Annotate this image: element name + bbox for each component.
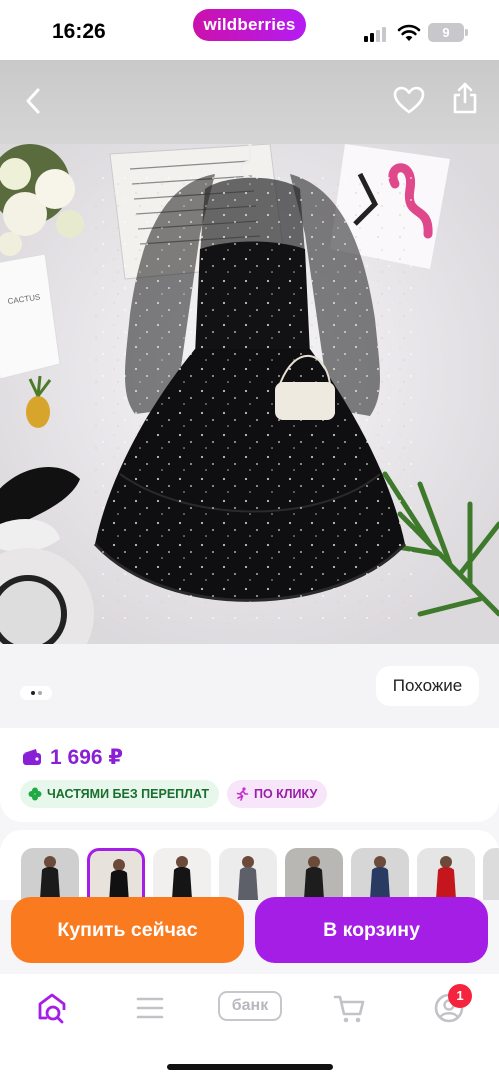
wildberries-logo: wildberries (193, 9, 306, 41)
slide-indicator[interactable] (20, 686, 52, 700)
buy-now-button[interactable]: Купить сейчас (11, 897, 244, 963)
cart-icon[interactable] (330, 988, 370, 1028)
battery-indicator: 9 (428, 23, 468, 42)
profile-badge: 1 (448, 984, 472, 1008)
clock: 16:26 (52, 20, 106, 43)
home-indicator (167, 1064, 333, 1070)
running-icon (236, 787, 249, 801)
product-header (0, 60, 499, 144)
chevron-left-icon[interactable] (20, 84, 48, 118)
installments-chip[interactable]: ЧАСТЯМИ БЕЗ ПЕРЕПЛАТ (20, 780, 219, 808)
product-photo[interactable]: CACTUS (0, 144, 499, 644)
installments-label: ЧАСТЯМИ БЕЗ ПЕРЕПЛАТ (47, 787, 209, 801)
purchase-actions: Купить сейчас В корзину (0, 888, 499, 974)
wifi-icon (397, 24, 421, 41)
similar-button[interactable]: Похожие (376, 666, 479, 706)
dress-image: CACTUS (0, 144, 499, 644)
gallery-controls: Похожие (0, 644, 499, 728)
share-icon[interactable] (450, 80, 480, 116)
clover-icon (28, 787, 42, 801)
one-click-chip[interactable]: ПО КЛИКУ (226, 780, 328, 808)
add-to-cart-button[interactable]: В корзину (255, 897, 488, 963)
menu-icon[interactable] (130, 988, 170, 1028)
bank-tab[interactable]: банк (218, 991, 282, 1021)
signal-icon (364, 26, 390, 42)
home-search-icon[interactable] (32, 988, 72, 1028)
wallet-icon (23, 749, 41, 765)
dress (93, 174, 415, 624)
status-bar: 16:26 wildberries 9 (0, 0, 499, 60)
price-block: 1 696 ₽ ЧАСТЯМИ БЕЗ ПЕРЕПЛАТ ПО КЛИКУ (0, 728, 499, 822)
product-screen: 16:26 wildberries 9 CACTUS Похожие 1 696… (0, 0, 499, 1080)
one-click-label: ПО КЛИКУ (253, 787, 318, 801)
price-value: 1 696 ₽ (50, 745, 123, 769)
heart-icon[interactable] (392, 84, 426, 116)
